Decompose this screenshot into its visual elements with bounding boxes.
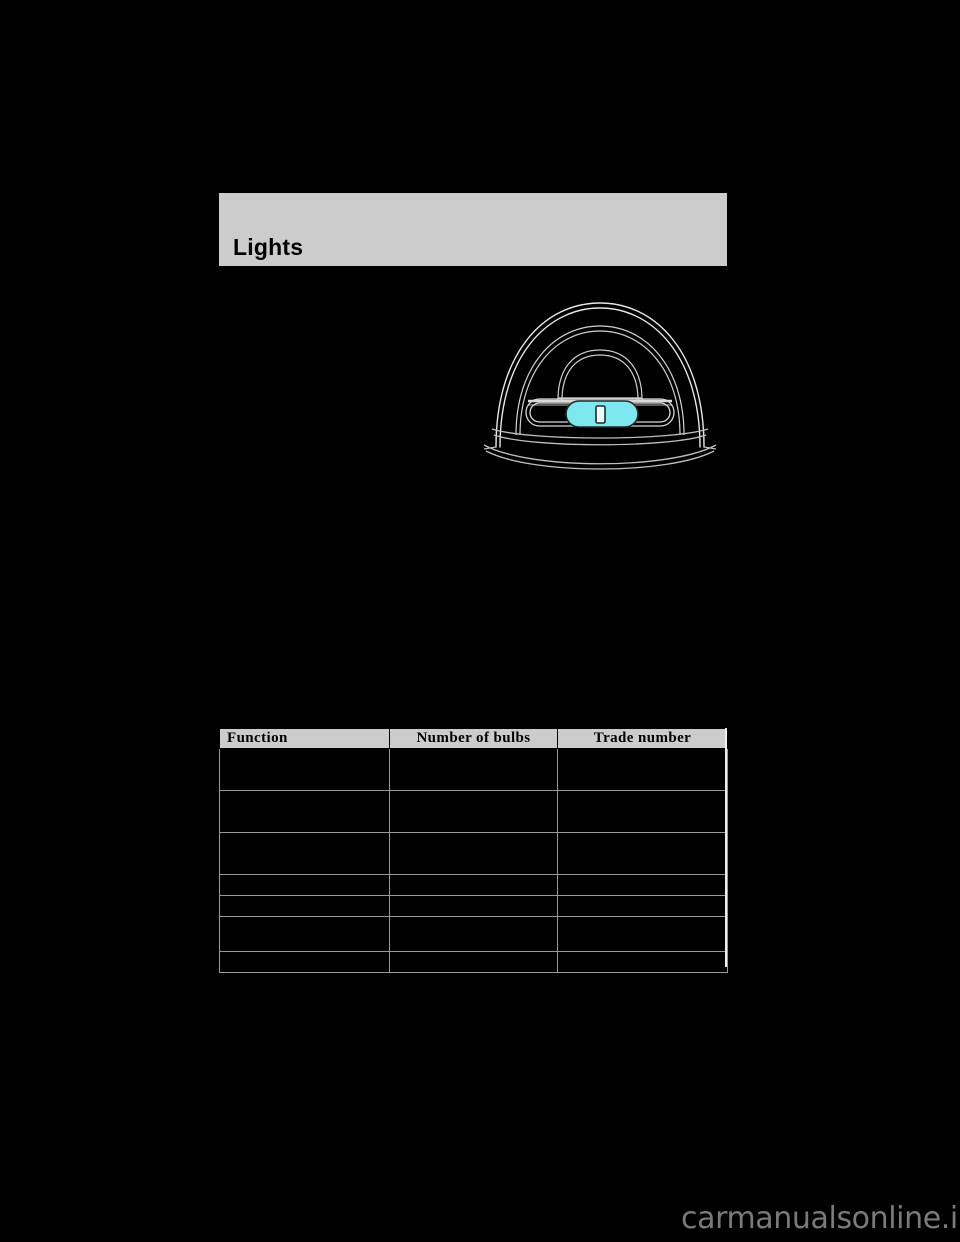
table-row	[219, 874, 728, 896]
table-body	[219, 748, 728, 973]
source-watermark: carmanualsonline.info	[681, 1201, 960, 1236]
cell-function	[219, 832, 390, 875]
table-header: Function Number of bulbs Trade number	[219, 728, 728, 749]
table-row	[219, 916, 728, 952]
section-header-band: Lights	[219, 193, 727, 266]
table-row	[219, 832, 728, 875]
column-header-number-of-bulbs: Number of bulbs	[389, 728, 558, 749]
table-header-row: Function Number of bulbs Trade number	[219, 728, 728, 749]
table-row	[219, 895, 728, 917]
table-row	[219, 790, 728, 833]
cell-number-of-bulbs	[389, 916, 558, 952]
bulb-specification-table: Function Number of bulbs Trade number	[219, 728, 728, 973]
cell-number-of-bulbs	[389, 951, 558, 973]
cell-function	[219, 874, 390, 896]
table-row	[219, 748, 728, 791]
cell-function	[219, 895, 390, 917]
cell-function	[219, 951, 390, 973]
cell-trade-number	[557, 874, 728, 896]
cell-trade-number	[557, 790, 728, 833]
cell-trade-number	[557, 916, 728, 952]
cell-function	[219, 916, 390, 952]
column-header-function: Function	[219, 728, 390, 749]
bulb-filament-contact	[595, 405, 606, 424]
cell-number-of-bulbs	[389, 895, 558, 917]
cell-number-of-bulbs	[389, 790, 558, 833]
cell-number-of-bulbs	[389, 874, 558, 896]
cell-trade-number	[557, 748, 728, 791]
highlighted-bulb	[565, 400, 639, 428]
cell-function	[219, 748, 390, 791]
dome-lamp-illustration	[470, 295, 730, 480]
dome-lamp-illustration-svg	[470, 295, 730, 480]
cell-number-of-bulbs	[389, 748, 558, 791]
illustration-background	[470, 295, 730, 480]
cell-trade-number	[557, 895, 728, 917]
page-title: Lights	[233, 234, 304, 260]
cell-trade-number	[557, 832, 728, 875]
cell-function	[219, 790, 390, 833]
document-page: Lights Function Number of bulbs Trade nu…	[0, 0, 960, 1242]
table-row	[219, 951, 728, 973]
cell-trade-number	[557, 951, 728, 973]
column-header-trade-number: Trade number	[557, 728, 728, 749]
table-right-edge-highlight	[725, 728, 727, 967]
cell-number-of-bulbs	[389, 832, 558, 875]
